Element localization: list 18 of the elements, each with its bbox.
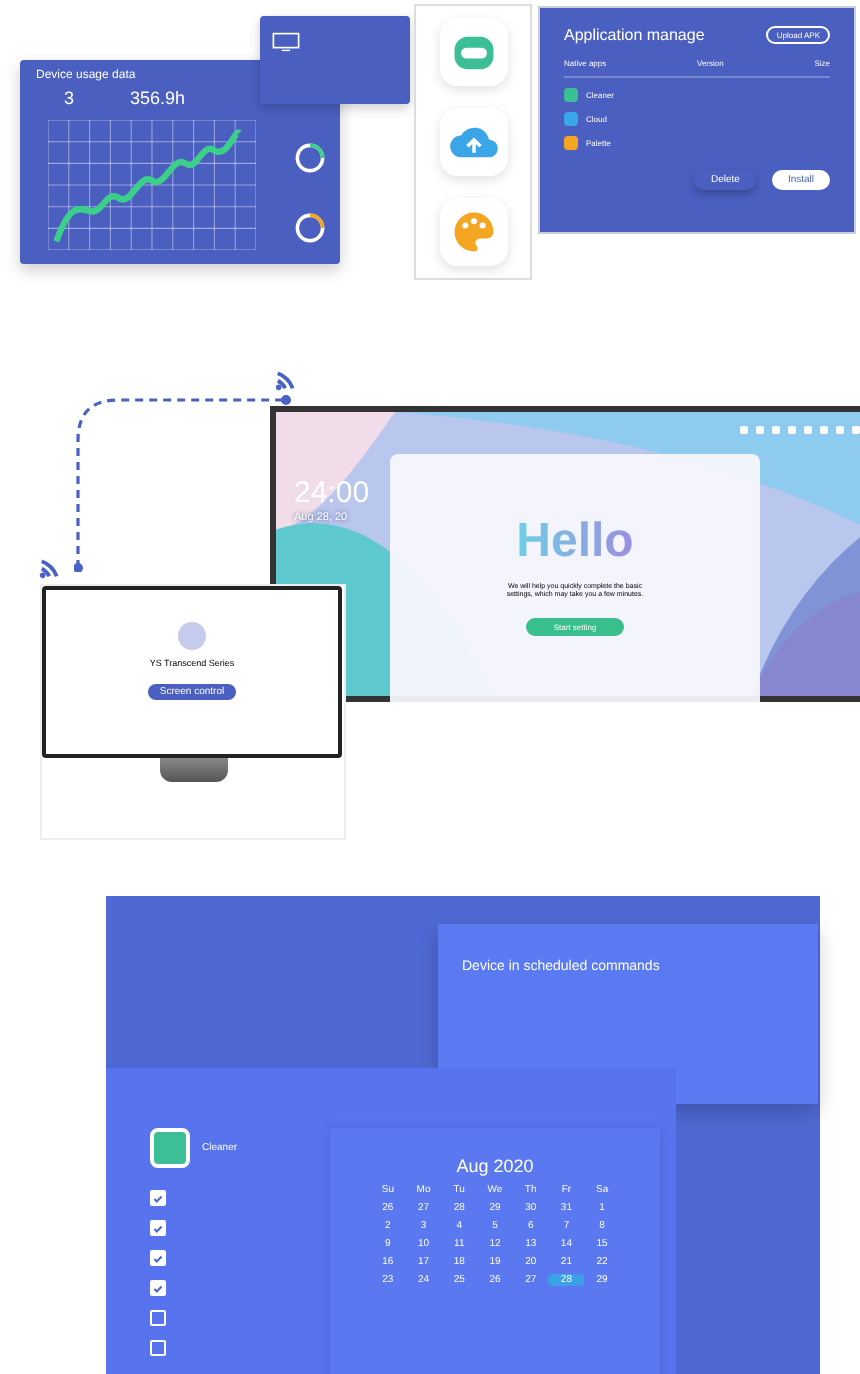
status-icons bbox=[740, 426, 860, 434]
card-title: Application manage bbox=[564, 26, 705, 44]
checkbox[interactable] bbox=[150, 1340, 166, 1356]
checkbox[interactable] bbox=[150, 1190, 166, 1206]
cloud-app-icon[interactable] bbox=[439, 107, 507, 176]
checkbox[interactable] bbox=[150, 1310, 166, 1326]
monitor-icon bbox=[272, 32, 300, 52]
stat-value: 3 bbox=[64, 88, 75, 108]
gauge-icon bbox=[292, 210, 328, 246]
gauge-icon bbox=[292, 140, 328, 176]
clock-time: 24:00 bbox=[294, 476, 370, 510]
calendar-month: Aug 2020 bbox=[454, 1156, 536, 1176]
checkbox[interactable] bbox=[150, 1220, 166, 1236]
stat-value: 356.9h bbox=[130, 88, 186, 108]
checkbox[interactable] bbox=[150, 1280, 166, 1296]
monitor-stand bbox=[159, 758, 227, 782]
checkbox[interactable] bbox=[150, 1250, 166, 1266]
monitor-logo-icon bbox=[178, 622, 206, 650]
